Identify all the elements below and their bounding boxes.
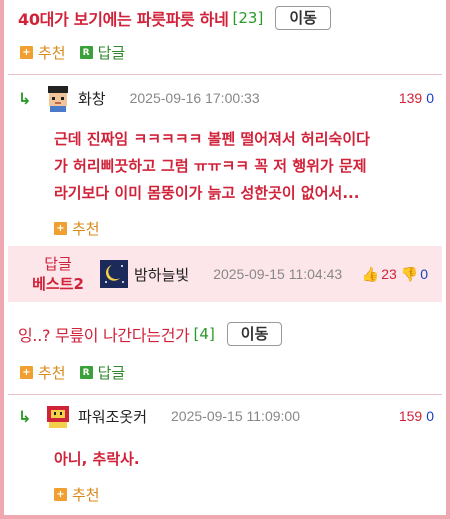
comment-count: [4] [193, 325, 215, 343]
comment-panel: 40대가 보기에는 파릇파릇 하네 [23] 이동 + 추천 R 답글 ↳ 화창… [0, 0, 450, 519]
upvote-count: 159 [398, 408, 423, 424]
plus-icon: + [20, 46, 33, 59]
reply-arrow-icon: ↳ [18, 88, 32, 108]
reply-icon: R [79, 46, 93, 59]
post-title[interactable]: 40대가 보기에는 파릇파릇 하네 [18, 6, 229, 30]
post-header-1: 40대가 보기에는 파릇파릇 하네 [23] 이동 [18, 6, 331, 30]
reply-button[interactable]: R 답글 [79, 362, 126, 383]
reply-label: 답글 [97, 364, 126, 382]
reply-arrow-icon: ↳ [18, 406, 32, 426]
plus-icon: + [54, 222, 67, 235]
thumbs-down-icon[interactable]: 👎 [401, 266, 418, 283]
timestamp: 2025-09-15 11:04:43 [213, 266, 343, 282]
nickname[interactable]: 파워조옷커 [78, 406, 147, 427]
best-label-line2: 베스트2 [32, 275, 84, 293]
reply-label: 답글 [97, 44, 126, 62]
recommend-button[interactable]: + 추천 [54, 484, 100, 505]
vote-score: 👍 23 👎 0 [362, 266, 428, 283]
plus-icon: + [54, 488, 67, 501]
reply-button[interactable]: R 답글 [79, 42, 126, 63]
vote-score: 139 0 [399, 90, 434, 106]
downvote-count: 0 [426, 90, 434, 106]
avatar[interactable] [100, 260, 128, 288]
comment-line: 라기보다 이미 몸뚱이가 늙고 성한곳이 없어서... [54, 184, 360, 202]
best-reply-label: 답글 베스트2 [22, 254, 94, 294]
recommend-button[interactable]: + 추천 [20, 42, 66, 63]
recommend-label: 추천 [72, 220, 100, 238]
recommend-button[interactable]: + 추천 [20, 362, 66, 383]
comment-actions-1: + 추천 [54, 218, 114, 239]
recommend-label: 추천 [38, 364, 66, 382]
downvote-count: 0 [426, 408, 434, 424]
timestamp: 2025-09-16 17:00:33 [129, 90, 260, 106]
comment-header-2: ↳ 파워조옷커 2025-09-15 11:09:00 159 0 [18, 402, 434, 430]
avatar[interactable] [44, 84, 72, 112]
upvote-count: 139 [398, 90, 423, 106]
post-header-2: 잉..? 무릎이 나간다는건가 [4] 이동 [18, 322, 283, 346]
comment-header-1: ↳ 화창 2025-09-16 17:00:33 139 0 [18, 84, 434, 112]
comment-count: [23] [232, 9, 264, 27]
recommend-label: 추천 [72, 486, 100, 504]
vote-score: 159 0 [399, 408, 434, 424]
thumbs-up-icon[interactable]: 👍 [362, 266, 379, 283]
nickname[interactable]: 밤하늘빛 [134, 264, 189, 285]
recommend-label: 추천 [38, 44, 66, 62]
move-button[interactable]: 이동 [226, 322, 283, 346]
downvote-count: 0 [420, 266, 428, 282]
best-reply-band: 답글 베스트2 밤하늘빛 2025-09-15 11:04:43 👍 23 👎 … [8, 246, 442, 302]
timestamp: 2025-09-15 11:09:00 [171, 408, 300, 424]
upvote-count: 23 [381, 266, 397, 282]
comment-text-2: 아니, 추락사. [54, 446, 436, 473]
recommend-button[interactable]: + 추천 [54, 218, 100, 239]
comment-actions-2: + 추천 [54, 484, 114, 505]
comment-text-1: 근데 진짜임 ㅋㅋㅋㅋㅋ 볼펜 떨어져서 허리숙이다 가 허리삐끗하고 그럼 ㅠ… [54, 126, 436, 207]
move-button[interactable]: 이동 [275, 6, 331, 30]
avatar[interactable] [44, 402, 72, 430]
divider [8, 394, 442, 395]
post-actions-2: + 추천 R 답글 [20, 362, 139, 383]
comment-line: 가 허리삐끗하고 그럼 ㅠㅠㅋㅋ 꼭 저 행위가 문제 [54, 157, 367, 175]
best-reply-header: 밤하늘빛 2025-09-15 11:04:43 👍 23 👎 0 [100, 260, 428, 288]
comment-line: 근데 진짜임 ㅋㅋㅋㅋㅋ 볼펜 떨어져서 허리숙이다 [54, 130, 370, 148]
plus-icon: + [20, 366, 33, 379]
comment-line: 아니, 추락사. [54, 450, 140, 468]
best-label-line1: 답글 [44, 255, 72, 273]
nickname[interactable]: 화창 [78, 88, 106, 109]
post-actions-1: + 추천 R 답글 [20, 42, 139, 63]
divider [8, 74, 442, 75]
reply-icon: R [79, 366, 93, 379]
post-title[interactable]: 잉..? 무릎이 나간다는건가 [18, 322, 190, 346]
